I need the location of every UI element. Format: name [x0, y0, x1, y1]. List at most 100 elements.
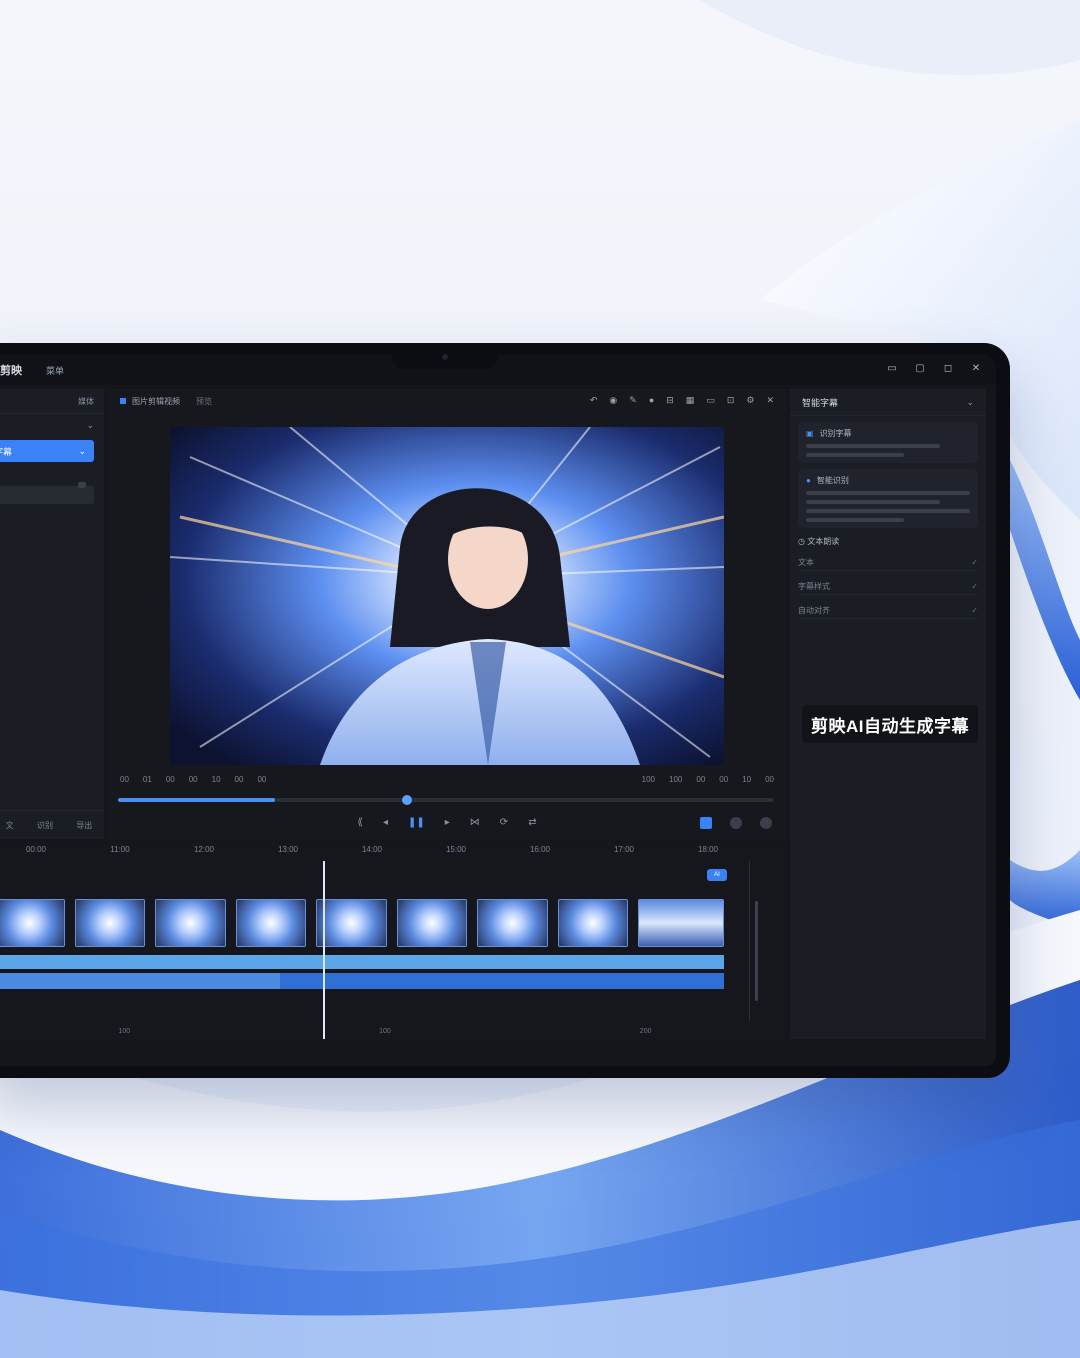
- close-icon[interactable]: ✕: [766, 395, 774, 406]
- recognize-card-title: 识别字幕: [819, 429, 852, 438]
- ai-marker-badge[interactable]: AI: [707, 869, 727, 881]
- text-line: [806, 518, 905, 522]
- ruler-tick: 13:00: [277, 845, 299, 854]
- list-item-align[interactable]: 自动对齐 ✓: [798, 602, 978, 619]
- list-item-text[interactable]: 文本 ✓: [798, 554, 978, 571]
- maximize-icon[interactable]: ◻: [942, 363, 954, 375]
- video-clip[interactable]: [477, 899, 548, 947]
- pause-icon[interactable]: ❚❚: [408, 817, 425, 828]
- video-clip[interactable]: [155, 899, 226, 947]
- text-line: [806, 500, 941, 504]
- video-clip[interactable]: [235, 899, 307, 947]
- step-forward-icon[interactable]: ▸: [445, 817, 450, 828]
- video-clip[interactable]: [396, 899, 468, 947]
- timeline-zoom-slider[interactable]: [749, 861, 764, 1021]
- laptop-frame: 剪映 菜单 ▭ ▢ ◻ ✕ 媒体 ⌄ 字幕 ⌄ 文 识别 导出: [0, 343, 1010, 1078]
- menu-button[interactable]: 菜单: [46, 364, 64, 377]
- left-panel-footer: 文 识别 导出: [0, 810, 104, 839]
- scrub-handle[interactable]: [401, 795, 412, 805]
- video-clip[interactable]: [557, 899, 629, 947]
- list-item-label: 字幕样式: [798, 581, 830, 591]
- restore-icon[interactable]: ▢: [914, 363, 926, 375]
- close-icon[interactable]: ✕: [970, 363, 982, 375]
- preview-toolbar: ↶ ◉ ✎ ● ⊟ ▦ ▭ ⊡ ⚙ ✕: [590, 395, 774, 406]
- subtitle-panel: 智能字幕 ⌄ ▣ 识别字幕 ● 智能识别 ◷ 文本朗读 文本 ✓ 字幕样式 ✓ …: [790, 389, 986, 1039]
- tts-label: 文本朗读: [807, 537, 840, 546]
- readout-right-2: 00: [696, 775, 706, 784]
- text-line: [806, 491, 970, 495]
- active-item-label: 字幕: [0, 446, 13, 457]
- tts-section: ◷ 文本朗读: [798, 536, 978, 547]
- video-clip[interactable]: [0, 899, 65, 947]
- grid-icon[interactable]: ▦: [686, 395, 695, 406]
- preview-panel: 图片剪辑视频 预览 ↶ ◉ ✎ ● ⊟ ▦ ▭ ⊡ ⚙ ✕ 00 01 00 0…: [108, 389, 786, 839]
- timecode-readout: 00 01 00 00 10 00 00 100 100 00 00 10 00: [120, 775, 774, 784]
- crop-icon[interactable]: ⊟: [666, 395, 674, 406]
- window-controls: ▭ ▢ ◻ ✕: [886, 363, 982, 375]
- volume-icon[interactable]: [730, 817, 742, 829]
- camera-notch: [392, 343, 498, 369]
- left-panel: 媒体 ⌄ 字幕 ⌄ 文 识别 导出: [0, 389, 104, 839]
- ruler-tick: 15:00: [445, 845, 467, 854]
- loop-icon[interactable]: ⟳: [500, 817, 508, 828]
- shuffle-icon[interactable]: ⇄: [528, 817, 536, 828]
- check-icon: ✓: [971, 605, 978, 615]
- ruler-tick: 00:00: [25, 845, 47, 854]
- video-preview-image[interactable]: [170, 427, 724, 765]
- timeline-playhead[interactable]: [323, 861, 325, 1039]
- list-item-style[interactable]: 字幕样式 ✓: [798, 578, 978, 595]
- readout-right-1: 100: [669, 775, 683, 784]
- recognize-card[interactable]: ▣ 识别字幕: [798, 422, 978, 463]
- list-item-label: 文本: [798, 557, 814, 567]
- collapse-toggle[interactable]: ⌄: [0, 414, 104, 436]
- smart-recognize-card[interactable]: ● 智能识别: [798, 469, 978, 528]
- pin-icon[interactable]: ◉: [609, 395, 617, 406]
- progress-scrubber[interactable]: [118, 795, 774, 805]
- readout-left-5: 00: [234, 775, 244, 784]
- footer-tab-2[interactable]: 识别: [37, 820, 53, 831]
- ruler-tick: 17:00: [613, 845, 635, 854]
- list-item-label: 自动对齐: [798, 605, 830, 615]
- readout-right-5: 00: [765, 775, 774, 784]
- fullscreen-icon[interactable]: [700, 817, 712, 829]
- preview-label: 预览: [196, 396, 212, 406]
- pen-icon[interactable]: ✎: [629, 395, 637, 406]
- step-back-icon[interactable]: ◂: [383, 817, 388, 828]
- video-clip[interactable]: [316, 899, 387, 947]
- video-clip[interactable]: [638, 899, 725, 947]
- video-track: [0, 895, 725, 947]
- chevron-down-icon[interactable]: ⌄: [966, 397, 974, 408]
- settings-icon[interactable]: ⚙: [746, 395, 754, 406]
- project-name[interactable]: 图片剪辑视频: [132, 396, 180, 407]
- footer-tab-3[interactable]: 导出: [76, 820, 92, 831]
- active-item-subtitles[interactable]: 字幕 ⌄: [0, 440, 94, 462]
- split-icon[interactable]: ⋈: [470, 817, 480, 828]
- screen-icon[interactable]: ▭: [706, 395, 715, 406]
- rewind-icon[interactable]: ⟪: [357, 817, 363, 828]
- ruler-tick: 12:00: [193, 845, 215, 854]
- readout-left-3: 00: [188, 775, 198, 784]
- subtitle-panel-header: 智能字幕 ⌄: [790, 389, 986, 416]
- text-line: [806, 444, 941, 448]
- subtitle-track[interactable]: [0, 955, 724, 969]
- chevron-down-icon: ⌄: [86, 419, 94, 430]
- ruler-tick: 14:00: [361, 845, 383, 854]
- ratio-icon[interactable]: ⊡: [727, 395, 735, 406]
- zoom-thumb[interactable]: [755, 901, 758, 1001]
- drop-icon[interactable]: ●: [649, 395, 654, 406]
- readout-left-2: 00: [165, 775, 175, 784]
- dot-icon: ●: [806, 476, 811, 485]
- audio-track[interactable]: [0, 973, 724, 989]
- project-icon: [120, 398, 126, 404]
- minimize-icon[interactable]: ▭: [886, 363, 898, 375]
- video-clip[interactable]: [74, 899, 146, 947]
- audio-waveform: [0, 973, 280, 989]
- readout-right-3: 00: [719, 775, 729, 784]
- subtitle-panel-title: 智能字幕: [802, 397, 839, 408]
- help-icon[interactable]: [760, 817, 772, 829]
- footer-tab-1[interactable]: 文: [6, 820, 14, 831]
- undo-icon[interactable]: ↶: [590, 395, 598, 406]
- progress-fill: [118, 798, 276, 802]
- readout-left-0: 00: [120, 775, 129, 784]
- left-search-field[interactable]: [0, 486, 94, 504]
